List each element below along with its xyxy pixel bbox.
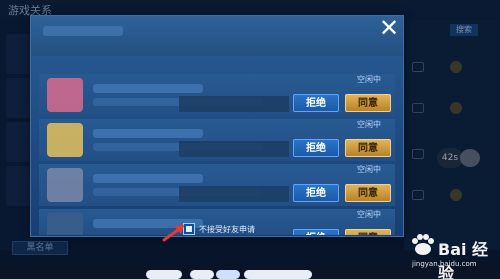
- reject-button[interactable]: 拒绝: [293, 139, 339, 157]
- friend-request-row: 空闲中 拒绝 同意: [39, 74, 395, 116]
- row-divider: [179, 141, 289, 157]
- modal-title-placeholder: [43, 26, 123, 36]
- row-divider: [179, 96, 289, 112]
- baidu-watermark: Bai 经验 jingyan.baidu.com: [408, 232, 494, 279]
- watermark-brand: Bai 经验: [438, 240, 489, 279]
- watermark-url: jingyan.baidu.com: [412, 260, 477, 268]
- decline-requests-option[interactable]: 不接受好友申请: [183, 222, 255, 236]
- paw-icon: [412, 234, 434, 255]
- avatar: [47, 123, 83, 157]
- row-divider: [179, 186, 289, 202]
- accept-button[interactable]: 同意: [345, 184, 391, 202]
- status-text: 空闲中: [357, 165, 381, 174]
- avatar: [47, 168, 83, 202]
- accept-button[interactable]: 同意: [345, 139, 391, 157]
- bottom-control[interactable]: [146, 270, 182, 279]
- friend-request-row: 空闲中 拒绝 同意: [39, 119, 395, 161]
- player-name-placeholder: [93, 129, 203, 138]
- status-text: 空闲中: [357, 120, 381, 129]
- bottom-control[interactable]: [244, 270, 312, 279]
- annotation-arrow-icon: [162, 225, 184, 242]
- player-name-placeholder: [93, 174, 203, 183]
- status-text: 空闲中: [357, 210, 381, 219]
- player-name-placeholder: [93, 84, 203, 93]
- close-icon[interactable]: ✕: [374, 15, 404, 43]
- status-text: 空闲中: [357, 75, 381, 84]
- bottom-control[interactable]: [216, 270, 240, 279]
- reject-button[interactable]: 拒绝: [293, 184, 339, 202]
- friend-request-modal: 空闲中 拒绝 同意 空闲中 拒绝 同意 空闲中 拒绝 同意 空闲中 拒绝 同意: [30, 15, 404, 237]
- avatar: [47, 78, 83, 112]
- bottom-control[interactable]: [190, 270, 214, 279]
- avatar: [47, 213, 83, 235]
- modal-header: [31, 16, 403, 56]
- friend-request-row: 空闲中 拒绝 同意: [39, 164, 395, 206]
- accept-button[interactable]: 同意: [345, 229, 391, 235]
- decline-requests-label: 不接受好友申请: [199, 224, 255, 234]
- reject-button[interactable]: 拒绝: [293, 94, 339, 112]
- reject-button[interactable]: 拒绝: [293, 229, 339, 235]
- accept-button[interactable]: 同意: [345, 94, 391, 112]
